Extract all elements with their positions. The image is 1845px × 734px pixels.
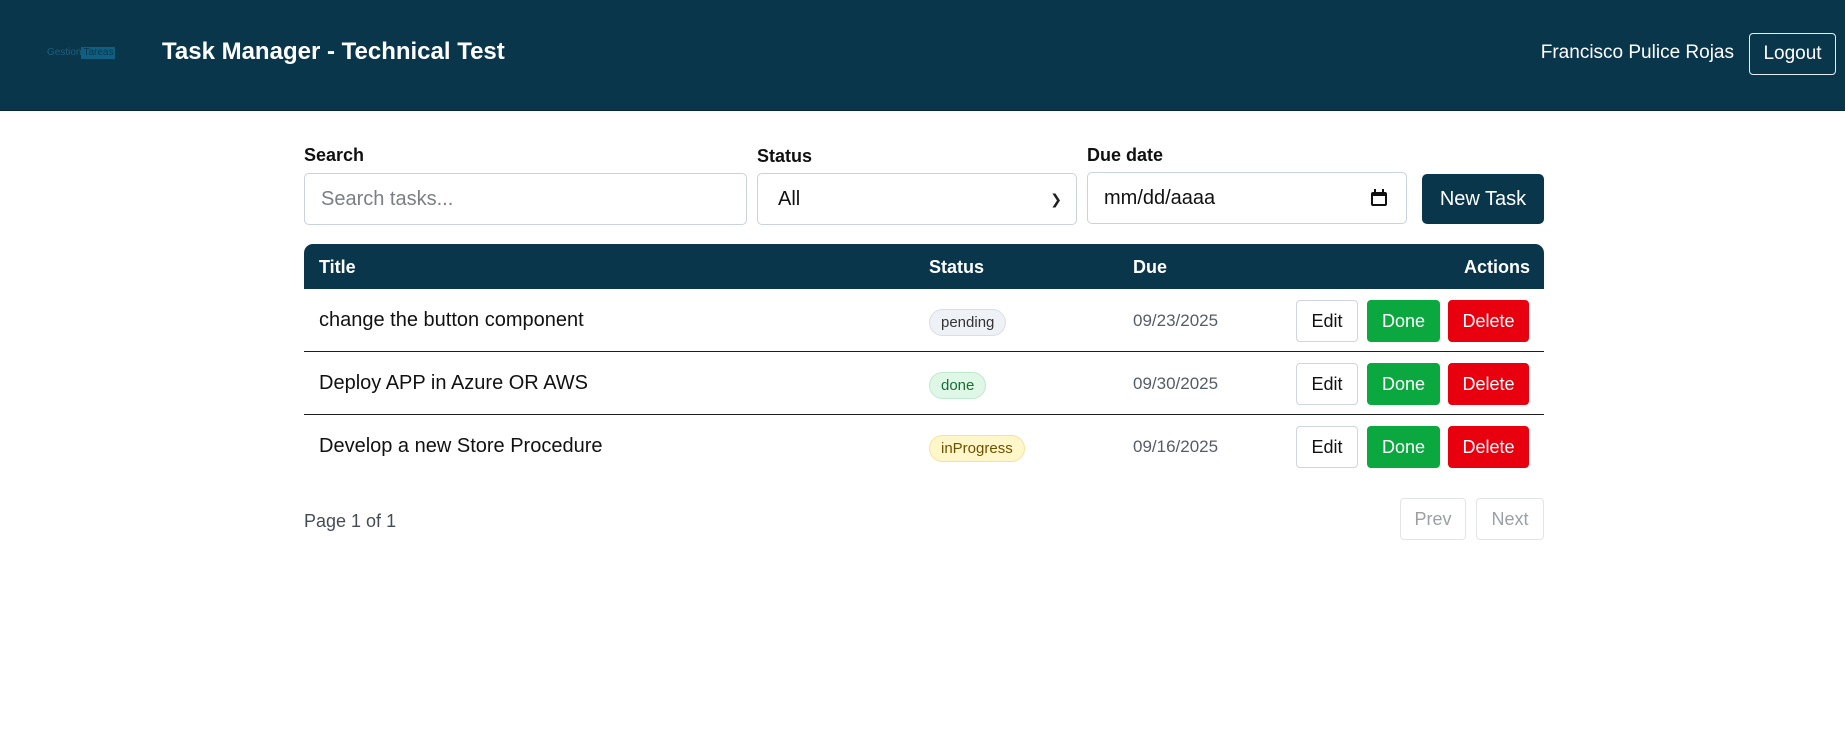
- due-date-input[interactable]: mm/dd/aaaa: [1087, 172, 1407, 224]
- table-row: change the button component pending 09/2…: [304, 289, 1544, 352]
- search-label: Search: [304, 145, 365, 165]
- new-task-button[interactable]: New Task: [1422, 174, 1544, 224]
- top-navbar: Gestion Tareas Task Manager - Technical …: [0, 0, 1845, 111]
- edit-button[interactable]: Edit: [1296, 300, 1358, 342]
- logo-text-part2: Tareas: [81, 47, 116, 59]
- task-title: Develop a new Store Procedure: [319, 435, 603, 457]
- prev-page-button[interactable]: Prev: [1400, 498, 1466, 540]
- logout-button[interactable]: Logout: [1749, 33, 1836, 75]
- app-title: Task Manager - Technical Test: [162, 38, 505, 65]
- status-badge: done: [929, 372, 987, 399]
- delete-button[interactable]: Delete: [1448, 363, 1529, 405]
- calendar-icon[interactable]: [1370, 189, 1388, 207]
- done-button[interactable]: Done: [1367, 426, 1440, 468]
- task-title: change the button component: [319, 309, 584, 331]
- delete-button[interactable]: Delete: [1448, 426, 1529, 468]
- column-header-status: Status: [929, 257, 985, 277]
- status-select[interactable]: All ❯: [757, 173, 1077, 225]
- pagination-info: Page 1 of 1: [304, 511, 397, 531]
- search-field[interactable]: [304, 173, 747, 225]
- due-date-placeholder: mm/dd/aaaa: [1104, 186, 1216, 209]
- task-title: Deploy APP in Azure OR AWS: [319, 372, 589, 394]
- column-header-actions: Actions: [1463, 257, 1530, 277]
- chevron-down-icon: ❯: [1050, 190, 1062, 207]
- logo-text-part1: Gestion: [47, 47, 82, 58]
- table-row: Develop a new Store Procedure inProgress…: [304, 415, 1544, 478]
- due-date-label: Due date: [1087, 145, 1164, 165]
- done-button[interactable]: Done: [1367, 300, 1440, 342]
- column-header-title: Title: [319, 257, 356, 277]
- task-due-date: 09/30/2025: [1133, 374, 1219, 393]
- edit-button[interactable]: Edit: [1296, 426, 1358, 468]
- status-badge: pending: [929, 309, 1007, 336]
- search-input[interactable]: [321, 187, 746, 211]
- app-logo[interactable]: Gestion Tareas: [47, 47, 119, 59]
- column-header-due: Due: [1133, 257, 1168, 277]
- tasks-table: Title Status Due Actions change the butt…: [304, 244, 1544, 478]
- edit-button[interactable]: Edit: [1296, 363, 1358, 405]
- delete-button[interactable]: Delete: [1448, 300, 1529, 342]
- done-button[interactable]: Done: [1367, 363, 1440, 405]
- next-page-button[interactable]: Next: [1476, 498, 1544, 540]
- task-due-date: 09/23/2025: [1133, 311, 1219, 330]
- user-name: Francisco Pulice Rojas: [1540, 42, 1734, 63]
- status-select-value: All: [778, 187, 801, 210]
- status-badge: inProgress: [929, 435, 1025, 462]
- table-header: Title Status Due Actions: [304, 244, 1544, 289]
- table-row: Deploy APP in Azure OR AWS done 09/30/20…: [304, 352, 1544, 415]
- status-label: Status: [757, 146, 813, 166]
- task-due-date: 09/16/2025: [1133, 437, 1219, 456]
